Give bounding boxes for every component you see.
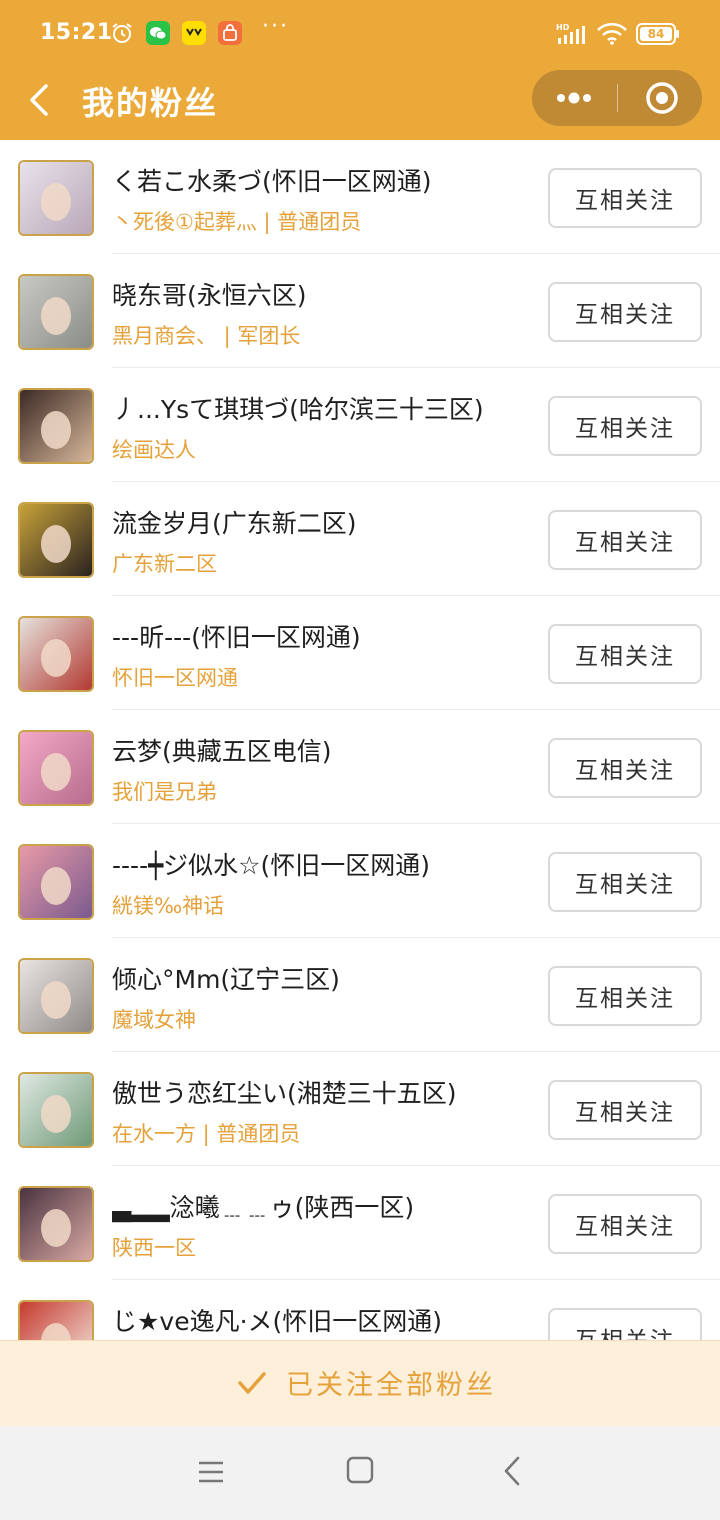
status-time: 15:21 [40, 20, 113, 45]
battery-level: 84 [647, 27, 665, 41]
mutual-follow-button[interactable]: 互相关注 [548, 738, 702, 798]
follower-avatar[interactable] [18, 616, 94, 692]
follower-row[interactable]: 丿...Ysて琪琪づ(哈尔滨三十三区) 绘画达人 互相关注 [0, 368, 720, 482]
follower-guild: 丶死後①起葬灬 | 普通团员 [112, 210, 362, 234]
follower-avatar[interactable] [18, 958, 94, 1034]
follower-guild: 我们是兄弟 [112, 780, 217, 804]
mutual-follow-button[interactable]: 互相关注 [548, 1080, 702, 1140]
capsule-divider [617, 84, 618, 112]
follower-avatar[interactable] [18, 1300, 94, 1340]
close-miniprogram-icon[interactable] [632, 70, 702, 126]
more-options-icon[interactable] [532, 70, 616, 126]
follower-avatar[interactable] [18, 730, 94, 806]
checkmark-icon [238, 1372, 266, 1394]
follower-avatar[interactable] [18, 1072, 94, 1148]
follower-guild: 广东新二区 [112, 552, 217, 576]
mutual-follow-button[interactable]: 互相关注 [548, 510, 702, 570]
follower-name: ▃▂▂淰曦﹍﹍ゥ(陕西一区) [112, 1193, 415, 1222]
follower-name: 丿...Ysて琪琪づ(哈尔滨三十三区) [112, 395, 484, 424]
mutual-follow-button[interactable]: 互相关注 [548, 1308, 702, 1340]
yy-app-icon [182, 21, 206, 45]
mutual-follow-button[interactable]: 互相关注 [548, 168, 702, 228]
follower-name: く若こ水柔づ(怀旧一区网通) [112, 167, 432, 196]
follower-guild: 在水一方 | 普通团员 [112, 1122, 301, 1146]
follower-guild: 陕西一区 [112, 1236, 196, 1260]
shopping-app-icon [218, 21, 242, 45]
follower-avatar[interactable] [18, 388, 94, 464]
follower-row[interactable]: ---昕---(怀旧一区网通) 怀旧一区网通 互相关注 [0, 596, 720, 710]
follower-row[interactable]: ▃▂▂淰曦﹍﹍ゥ(陕西一区) 陕西一区 互相关注 [0, 1166, 720, 1280]
home-icon[interactable] [344, 1454, 376, 1486]
status-bar: 15:21 ··· HD 84 [0, 0, 720, 66]
follower-row[interactable]: 云梦(典藏五区电信) 我们是兄弟 互相关注 [0, 710, 720, 824]
follower-row[interactable]: 流金岁月(广东新二区) 广东新二区 互相关注 [0, 482, 720, 596]
wechat-icon [146, 21, 170, 45]
more-notifications-icon: ··· [262, 14, 289, 39]
follower-name: ----┿ジ似水☆(怀旧一区网通) [112, 851, 431, 880]
follower-avatar[interactable] [18, 1186, 94, 1262]
wifi-icon [597, 23, 627, 45]
mutual-follow-button[interactable]: 互相关注 [548, 624, 702, 684]
mutual-follow-button[interactable]: 互相关注 [548, 966, 702, 1026]
mutual-follow-button[interactable]: 互相关注 [548, 1194, 702, 1254]
follower-name: 晓东哥(永恒六区) [112, 281, 307, 310]
system-back-icon[interactable] [498, 1454, 526, 1488]
follower-guild: 怀旧一区网通 [112, 666, 238, 690]
follower-guild: 绘画达人 [112, 438, 196, 462]
mutual-follow-button[interactable]: 互相关注 [548, 396, 702, 456]
follower-name: 流金岁月(广东新二区) [112, 509, 357, 538]
svg-text:HD: HD [556, 23, 570, 32]
follower-avatar[interactable] [18, 160, 94, 236]
page-title: 我的粉丝 [82, 84, 219, 122]
navigation-bar: 我的粉丝 [0, 66, 720, 140]
follower-row[interactable]: じ★ve逸凡·メ(怀旧一区网通) 互相关注 [0, 1280, 720, 1340]
follower-name: 倾心°Mm(辽宁三区) [112, 965, 340, 994]
follower-name: 云梦(典藏五区电信) [112, 737, 332, 766]
follow-all-bar[interactable]: 已关注全部粉丝 [0, 1340, 720, 1426]
mutual-follow-button[interactable]: 互相关注 [548, 852, 702, 912]
follower-name: 傲世う恋红尘い(湘楚三十五区) [112, 1079, 457, 1108]
follower-row[interactable]: 晓东哥(永恒六区) 黑月商会、 | 军团长 互相关注 [0, 254, 720, 368]
signal-icon: HD [556, 23, 585, 44]
follow-all-label: 已关注全部粉丝 [286, 1370, 496, 1401]
miniprogram-capsule [532, 70, 702, 126]
follower-row[interactable]: 傲世う恋红尘い(湘楚三十五区) 在水一方 | 普通团员 互相关注 [0, 1052, 720, 1166]
follower-list: く若こ水柔づ(怀旧一区网通) 丶死後①起葬灬 | 普通团员 互相关注 晓东哥(永恒六区… [0, 140, 720, 1340]
back-arrow-icon[interactable] [24, 80, 56, 120]
follower-guild: 黑月商会、 | 军团长 [112, 324, 301, 348]
follower-guild: 絖镁‰神话 [112, 894, 225, 918]
recent-apps-icon[interactable] [196, 1458, 226, 1486]
follower-avatar[interactable] [18, 844, 94, 920]
follower-row[interactable]: 倾心°Mm(辽宁三区) 魔域女神 互相关注 [0, 938, 720, 1052]
system-navigation-bar [0, 1426, 720, 1520]
follower-guild: 魔域女神 [112, 1008, 196, 1032]
follower-avatar[interactable] [18, 274, 94, 350]
alarm-icon [112, 23, 132, 43]
follower-avatar[interactable] [18, 502, 94, 578]
battery-icon: 84 [636, 23, 680, 45]
follower-row[interactable]: ----┿ジ似水☆(怀旧一区网通) 絖镁‰神话 互相关注 [0, 824, 720, 938]
follower-name: ---昕---(怀旧一区网通) [112, 623, 361, 652]
follower-name: じ★ve逸凡·メ(怀旧一区网通) [112, 1307, 443, 1336]
follower-row[interactable]: く若こ水柔づ(怀旧一区网通) 丶死後①起葬灬 | 普通团员 互相关注 [0, 140, 720, 254]
mutual-follow-button[interactable]: 互相关注 [548, 282, 702, 342]
